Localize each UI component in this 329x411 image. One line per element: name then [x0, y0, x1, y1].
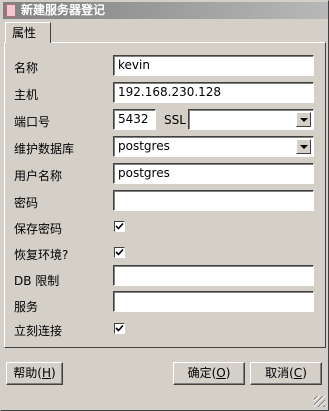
checkmark-icon [115, 222, 124, 230]
help-button-suffix: ) [51, 366, 56, 380]
chevron-down-icon[interactable] [296, 112, 311, 127]
username-field[interactable]: postgres [113, 163, 314, 184]
save-password-checkbox[interactable] [114, 221, 125, 232]
db-restriction-field[interactable] [113, 265, 314, 286]
connect-now-label: 立刻连接 [14, 324, 63, 338]
name-label: 名称 [14, 61, 39, 75]
password-label: 密码 [14, 196, 39, 210]
connect-now-checkbox[interactable] [114, 323, 125, 334]
ok-button-suffix: ) [225, 366, 231, 380]
checkmark-icon [115, 248, 124, 256]
restore-env-checkbox[interactable] [114, 247, 125, 258]
port-label: 端口号 [14, 115, 51, 129]
cancel-button-suffix: ) [302, 366, 307, 380]
help-button-mnemonic: H [41, 366, 52, 380]
maintenance-db-selected-value: postgres [118, 139, 170, 153]
checkmark-icon [115, 324, 124, 332]
resize-grip-icon[interactable] [314, 396, 325, 407]
cancel-button[interactable]: 取消(C) [250, 362, 322, 385]
host-label: 主机 [14, 88, 39, 102]
maintenance-db-label: 维护数据库 [14, 142, 75, 156]
app-icon [6, 4, 16, 17]
restore-env-label: 恢复环境? [14, 248, 69, 262]
title-bar[interactable]: 新建服务器登记 [3, 2, 328, 19]
help-button-label: 帮助( [13, 366, 42, 380]
password-field[interactable] [113, 190, 314, 211]
maintenance-db-select[interactable]: postgres [113, 136, 314, 157]
port-field[interactable]: 5432 [113, 109, 156, 130]
help-button[interactable]: 帮助(H) [6, 362, 63, 385]
ok-button-label: 确定( [187, 366, 217, 380]
service-label: 服务 [14, 300, 39, 314]
name-field[interactable]: kevin [113, 55, 314, 76]
save-password-label: 保存密码 [14, 222, 63, 236]
username-label: 用户名称 [14, 169, 63, 183]
service-field[interactable] [113, 291, 314, 312]
cancel-button-label: 取消( [265, 366, 294, 380]
ok-button[interactable]: 确定(O) [173, 362, 245, 385]
tab-properties[interactable]: 属性 [5, 22, 51, 43]
ok-button-mnemonic: O [216, 366, 226, 380]
ssl-select[interactable] [188, 109, 314, 130]
ssl-label: SSL [164, 113, 186, 127]
cancel-button-mnemonic: C [293, 366, 303, 380]
host-field[interactable]: 192.168.230.128 [113, 82, 314, 103]
chevron-down-icon[interactable] [296, 139, 311, 154]
server-registration-dialog: 新建服务器登记 属性 名称 kevin 主机 192.168.230.128 端… [0, 0, 329, 411]
window-title: 新建服务器登记 [21, 3, 106, 17]
db-restriction-label: DB 限制 [14, 274, 60, 288]
